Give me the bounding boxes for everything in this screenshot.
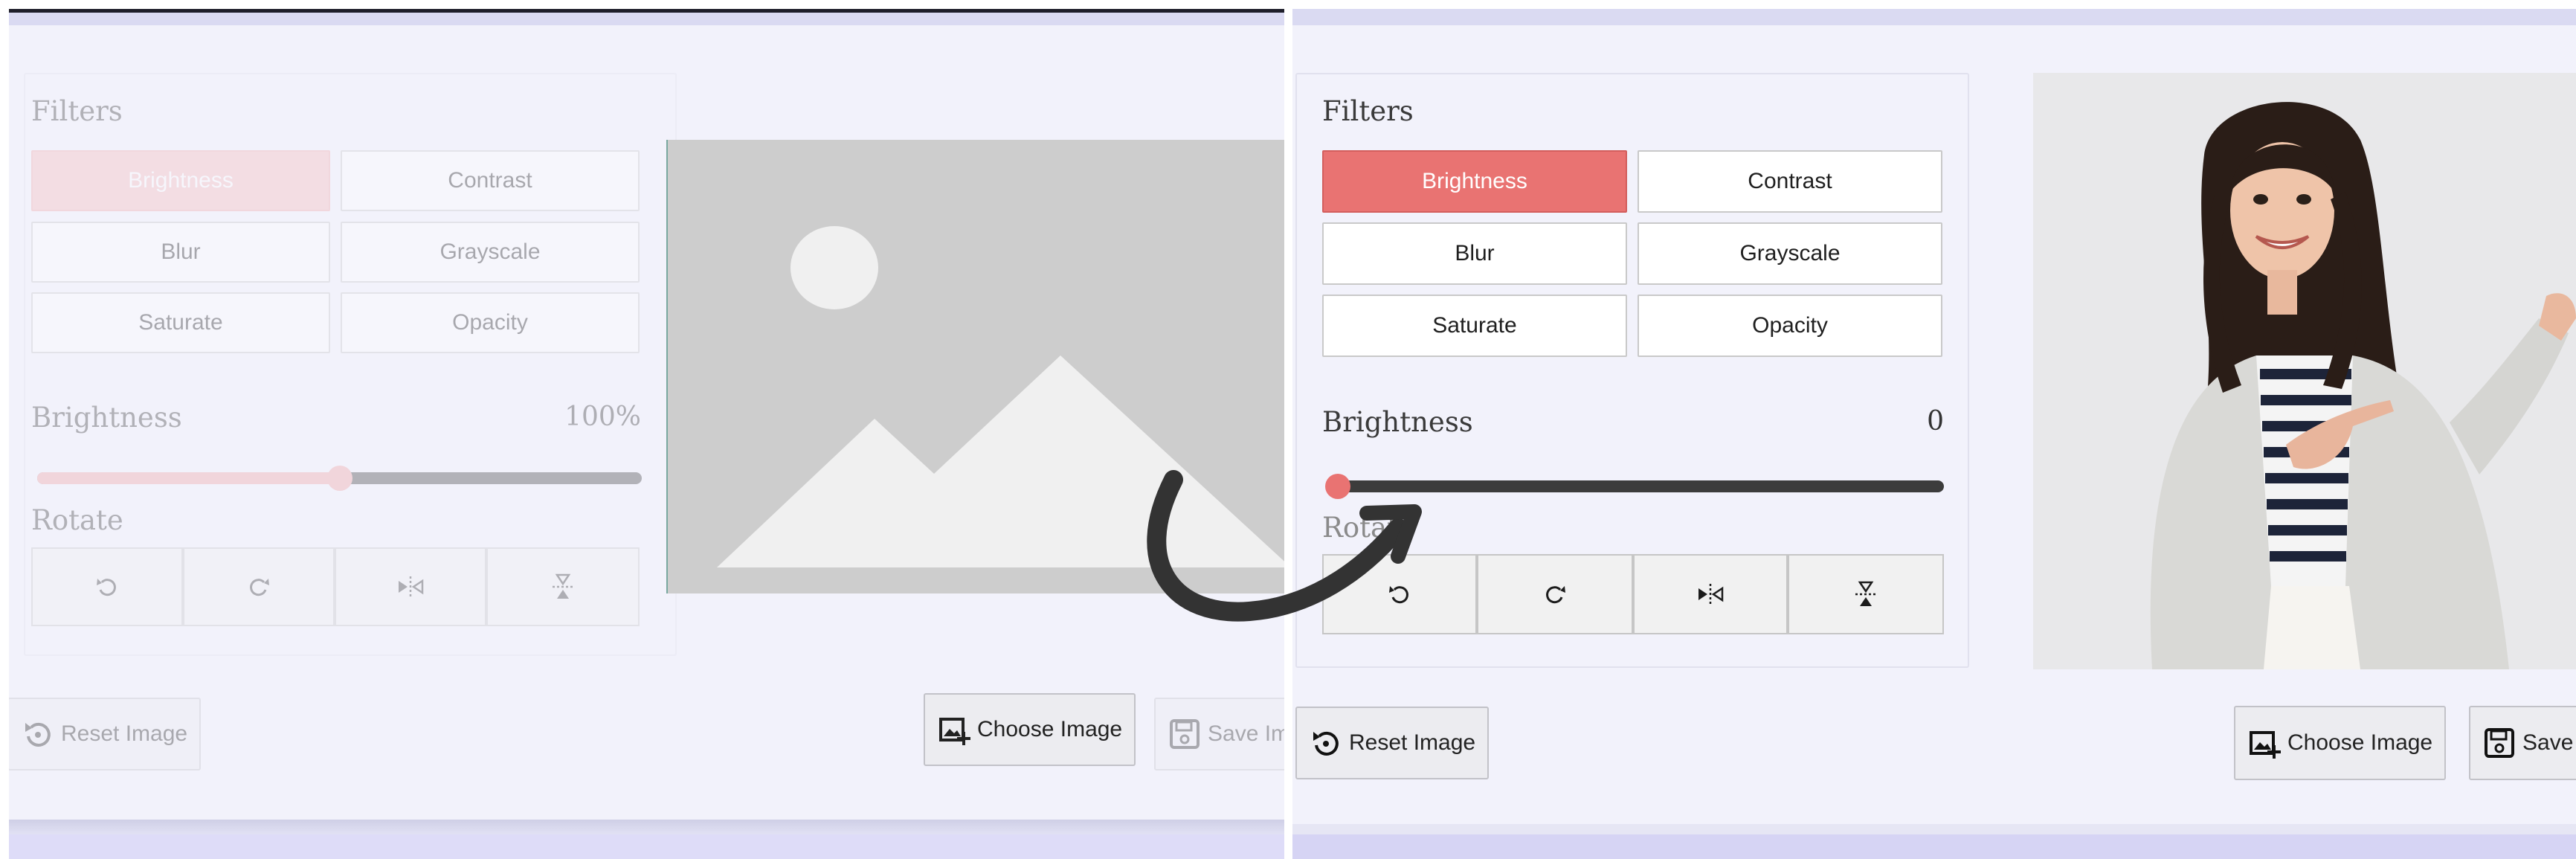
choose-image-button[interactable]: Choose Image xyxy=(2234,706,2447,780)
filter-button-grayscale[interactable]: Grayscale xyxy=(341,222,640,283)
flip-horizontal-button[interactable] xyxy=(335,547,486,626)
reset-image-label: Reset Image xyxy=(1349,730,1476,755)
filter-button-grayscale[interactable]: Grayscale xyxy=(1638,222,1942,285)
filter-button-saturate[interactable]: Saturate xyxy=(1322,295,1627,357)
save-image-label: Save xyxy=(2522,730,2574,755)
image-preview xyxy=(2033,73,2576,669)
reset-image-button[interactable]: Reset Image xyxy=(1295,707,1490,779)
rotate-left-button[interactable] xyxy=(31,547,183,626)
landscape-placeholder-icon xyxy=(717,226,1284,567)
flip-vertical-button[interactable] xyxy=(1788,554,1944,634)
save-image-button[interactable]: Save Im xyxy=(1154,698,1284,770)
reset-icon xyxy=(1313,731,1339,756)
reset-image-button[interactable]: Reset Image xyxy=(9,698,202,770)
rotate-left-icon xyxy=(1389,586,1408,604)
filter-button-contrast[interactable]: Contrast xyxy=(341,150,640,211)
filter-button-saturate[interactable]: Saturate xyxy=(31,292,330,353)
save-image-button[interactable]: Save xyxy=(2469,706,2576,780)
image-placeholder xyxy=(666,140,1284,593)
flip-horizontal-icon xyxy=(399,576,424,597)
flip-vertical-icon xyxy=(1855,581,1876,606)
rotate-left-button[interactable] xyxy=(1322,554,1477,634)
editor-after-panel: Filters Brightness Contrast Blur Graysca… xyxy=(1292,9,2576,859)
panel-divider xyxy=(1284,0,1292,859)
window-top-bar xyxy=(9,9,1284,25)
rotate-right-icon xyxy=(1546,586,1565,604)
flip-horizontal-icon xyxy=(1698,584,1724,605)
window-bottom-bar xyxy=(1292,824,2576,834)
filter-button-brightness[interactable]: Brightness xyxy=(31,150,330,211)
slider-value: 100% xyxy=(564,402,641,432)
rotate-right-icon xyxy=(250,579,269,596)
rotate-right-button[interactable] xyxy=(183,547,335,626)
filter-button-contrast[interactable]: Contrast xyxy=(1638,150,1942,213)
editor-before-panel: Filters Brightness Contrast Blur Graysca… xyxy=(9,9,1284,859)
filters-title: Filters xyxy=(1322,95,1414,127)
brightness-slider-fill xyxy=(37,472,340,484)
save-image-label: Save Im xyxy=(1208,721,1284,746)
brightness-slider-thumb[interactable] xyxy=(1325,474,1350,499)
add-photo-icon xyxy=(939,718,970,745)
preview-edge xyxy=(666,140,668,593)
window-top-bar xyxy=(1292,9,2576,25)
choose-image-label: Choose Image xyxy=(977,717,1123,741)
rotate-right-button[interactable] xyxy=(1477,554,1633,634)
filters-title: Filters xyxy=(31,95,123,127)
filter-button-opacity[interactable]: Opacity xyxy=(1638,295,1942,357)
slider-value: 0 xyxy=(1927,406,1944,437)
filter-button-blur[interactable]: Blur xyxy=(31,222,330,283)
window-bottom-bar xyxy=(9,820,1284,834)
window-bottom-strip xyxy=(1292,834,2576,859)
woman-pointing-photo xyxy=(2033,73,2576,669)
brightness-slider-thumb[interactable] xyxy=(326,466,352,491)
slider-label: Brightness xyxy=(1322,406,1473,438)
add-photo-icon xyxy=(2250,731,2281,759)
brightness-slider[interactable] xyxy=(1328,480,1944,492)
filter-button-blur[interactable]: Blur xyxy=(1322,222,1627,285)
filter-button-brightness[interactable]: Brightness xyxy=(1322,150,1627,213)
save-icon xyxy=(1170,719,1200,749)
flip-vertical-icon xyxy=(553,573,573,599)
rotate-left-icon xyxy=(97,579,116,596)
flip-horizontal-button[interactable] xyxy=(1633,554,1788,634)
flip-vertical-button[interactable] xyxy=(486,547,640,626)
choose-image-label: Choose Image xyxy=(2287,730,2433,755)
slider-label: Brightness xyxy=(31,402,182,434)
reset-icon xyxy=(25,722,51,747)
rotate-title: Rotate xyxy=(1322,512,1414,544)
window-bottom-strip xyxy=(9,834,1284,859)
filter-button-opacity[interactable]: Opacity xyxy=(341,292,640,353)
reset-image-label: Reset Image xyxy=(61,721,188,746)
save-icon xyxy=(2485,728,2514,758)
rotate-title: Rotate xyxy=(31,504,123,536)
choose-image-button[interactable]: Choose Image xyxy=(924,693,1136,766)
